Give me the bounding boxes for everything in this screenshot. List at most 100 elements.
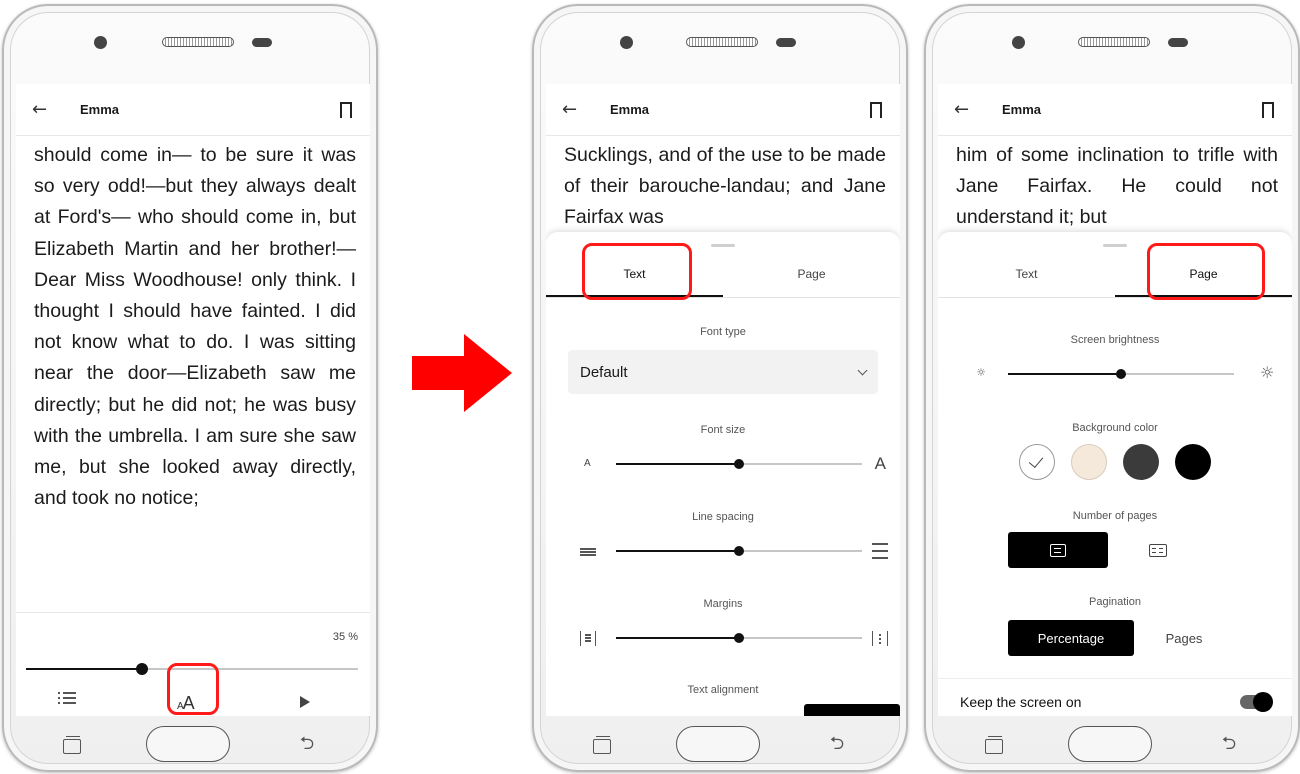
bookmark-icon[interactable] <box>1262 101 1274 123</box>
highlight-page-tab <box>1147 243 1265 300</box>
brightness-low-icon: ☼ <box>976 366 986 379</box>
margins-wide-icon <box>872 631 888 646</box>
font-size-label: Font size <box>700 424 746 436</box>
back-arrow-icon[interactable]: ← <box>32 99 52 120</box>
slider-thumb[interactable] <box>734 459 744 469</box>
back-arrow-icon[interactable]: ← <box>954 99 974 120</box>
margins-label: Margins <box>703 598 743 610</box>
slider-fill <box>1008 373 1121 375</box>
background-white-swatch[interactable] <box>1019 444 1055 480</box>
slider-fill <box>616 637 739 639</box>
slider-thumb[interactable] <box>1116 369 1126 379</box>
proximity-sensor <box>776 38 796 47</box>
pagination-label: Pagination <box>1089 596 1141 608</box>
font-type-label: Font type <box>700 326 746 338</box>
highlight-font-settings <box>167 663 219 715</box>
tab-text[interactable]: Text <box>938 252 1115 297</box>
proximity-sensor <box>252 38 272 47</box>
app-bar: ← Emma <box>938 84 1292 136</box>
background-black-swatch[interactable] <box>1175 444 1211 480</box>
reading-text: him of some inclination to trifle with J… <box>956 140 1278 236</box>
keep-screen-on-row: Keep the screen on <box>938 678 1292 716</box>
font-size-small-icon: A <box>584 458 591 469</box>
recent-apps-icon[interactable] <box>982 735 1004 754</box>
transition-arrow-icon <box>412 334 512 412</box>
two-page-option[interactable] <box>1108 532 1208 568</box>
tab-page[interactable]: Page <box>723 252 900 297</box>
settings-sheet: Text Page Font type Default Font size A … <box>546 232 900 716</box>
front-camera <box>1012 36 1025 49</box>
app-bar: ← Emma <box>546 84 900 136</box>
number-of-pages-label: Number of pages <box>1072 510 1158 522</box>
background-sepia-swatch[interactable] <box>1071 444 1107 480</box>
book-title: Emma <box>610 102 650 117</box>
keep-screen-on-switch[interactable] <box>1240 691 1273 712</box>
hardware-buttons: ⮌ <box>60 724 320 764</box>
slider-thumb[interactable] <box>734 633 744 643</box>
book-title: Emma <box>1002 102 1042 117</box>
home-button[interactable] <box>1068 726 1152 762</box>
reading-paragraph: him of some inclination to trifle with J… <box>956 144 1278 229</box>
book-title: Emma <box>80 102 120 117</box>
background-dark-gray-swatch[interactable] <box>1123 444 1159 480</box>
bookmark-icon[interactable] <box>340 101 352 123</box>
reading-paragraph: Sucklings, and of the use to be made of … <box>564 144 886 229</box>
back-icon[interactable]: ⮌ <box>824 735 850 753</box>
back-icon[interactable]: ⮌ <box>1216 735 1242 753</box>
progress-thumb[interactable] <box>136 663 149 675</box>
home-button[interactable] <box>676 726 760 762</box>
play-icon[interactable] <box>300 696 310 708</box>
front-camera <box>94 36 107 49</box>
margins-slider[interactable] <box>546 626 900 650</box>
bookmark-icon[interactable] <box>870 101 882 123</box>
screen: ← Emma should come in— to be sure it was… <box>16 84 370 716</box>
phone-reader: ← Emma should come in— to be sure it was… <box>2 4 378 772</box>
progress-fill <box>26 668 143 670</box>
recent-apps-icon[interactable] <box>60 735 82 754</box>
hardware-buttons: ⮌ <box>590 724 850 764</box>
slider-thumb[interactable] <box>734 546 744 556</box>
two-page-icon <box>1149 543 1167 557</box>
line-spacing-wide-icon <box>872 543 888 559</box>
earpiece-speaker <box>162 37 234 47</box>
reading-text: Sucklings, and of the use to be made of … <box>564 140 886 236</box>
line-spacing-tight-icon <box>580 546 596 556</box>
table-of-contents-icon[interactable] <box>58 691 76 705</box>
slider-fill <box>616 463 739 465</box>
earpiece-speaker <box>686 37 758 47</box>
settings-sheet: Text Page Screen brightness ☼ ☼ Backgrou… <box>938 232 1292 716</box>
highlight-text-tab <box>582 243 692 300</box>
screen: ← Emma Sucklings, and of the use to be m… <box>546 84 900 716</box>
progress-percentage: 35 % <box>332 631 358 643</box>
chevron-down-icon <box>857 365 868 375</box>
screen-brightness-label: Screen brightness <box>1070 334 1160 346</box>
phone-text-settings: ← Emma Sucklings, and of the use to be m… <box>532 4 908 772</box>
single-page-option[interactable] <box>1008 532 1108 568</box>
margins-narrow-icon <box>580 631 596 646</box>
sheet-handle[interactable] <box>1103 244 1127 247</box>
text-alignment-option[interactable] <box>804 704 900 716</box>
recent-apps-icon[interactable] <box>590 735 612 754</box>
app-bar: ← Emma <box>16 84 370 136</box>
proximity-sensor <box>1168 38 1188 47</box>
font-type-select[interactable]: Default <box>568 350 878 394</box>
single-page-icon <box>1050 543 1066 557</box>
brightness-high-icon: ☼ <box>1260 363 1275 382</box>
line-spacing-slider[interactable] <box>546 539 900 563</box>
keep-screen-on-label: Keep the screen on <box>960 693 1082 710</box>
brightness-slider[interactable]: ☼ ☼ <box>938 362 1292 386</box>
font-size-slider[interactable]: A A <box>546 452 900 476</box>
background-color-label: Background color <box>1072 422 1158 434</box>
slider-fill <box>616 550 739 552</box>
screen: ← Emma him of some inclination to trifle… <box>938 84 1292 716</box>
pagination-pages-option[interactable]: Pages <box>1134 620 1234 656</box>
back-arrow-icon[interactable]: ← <box>562 99 582 120</box>
back-icon[interactable]: ⮌ <box>294 735 320 753</box>
pagination-percentage-option[interactable]: Percentage <box>1008 620 1134 656</box>
hardware-buttons: ⮌ <box>982 724 1242 764</box>
pagination-toggle: Percentage Pages <box>1008 620 1234 656</box>
sheet-handle[interactable] <box>711 244 735 247</box>
home-button[interactable] <box>146 726 230 762</box>
number-of-pages-toggle <box>1008 532 1208 568</box>
reading-paragraph: should come in— to be sure it was so ver… <box>34 144 356 510</box>
